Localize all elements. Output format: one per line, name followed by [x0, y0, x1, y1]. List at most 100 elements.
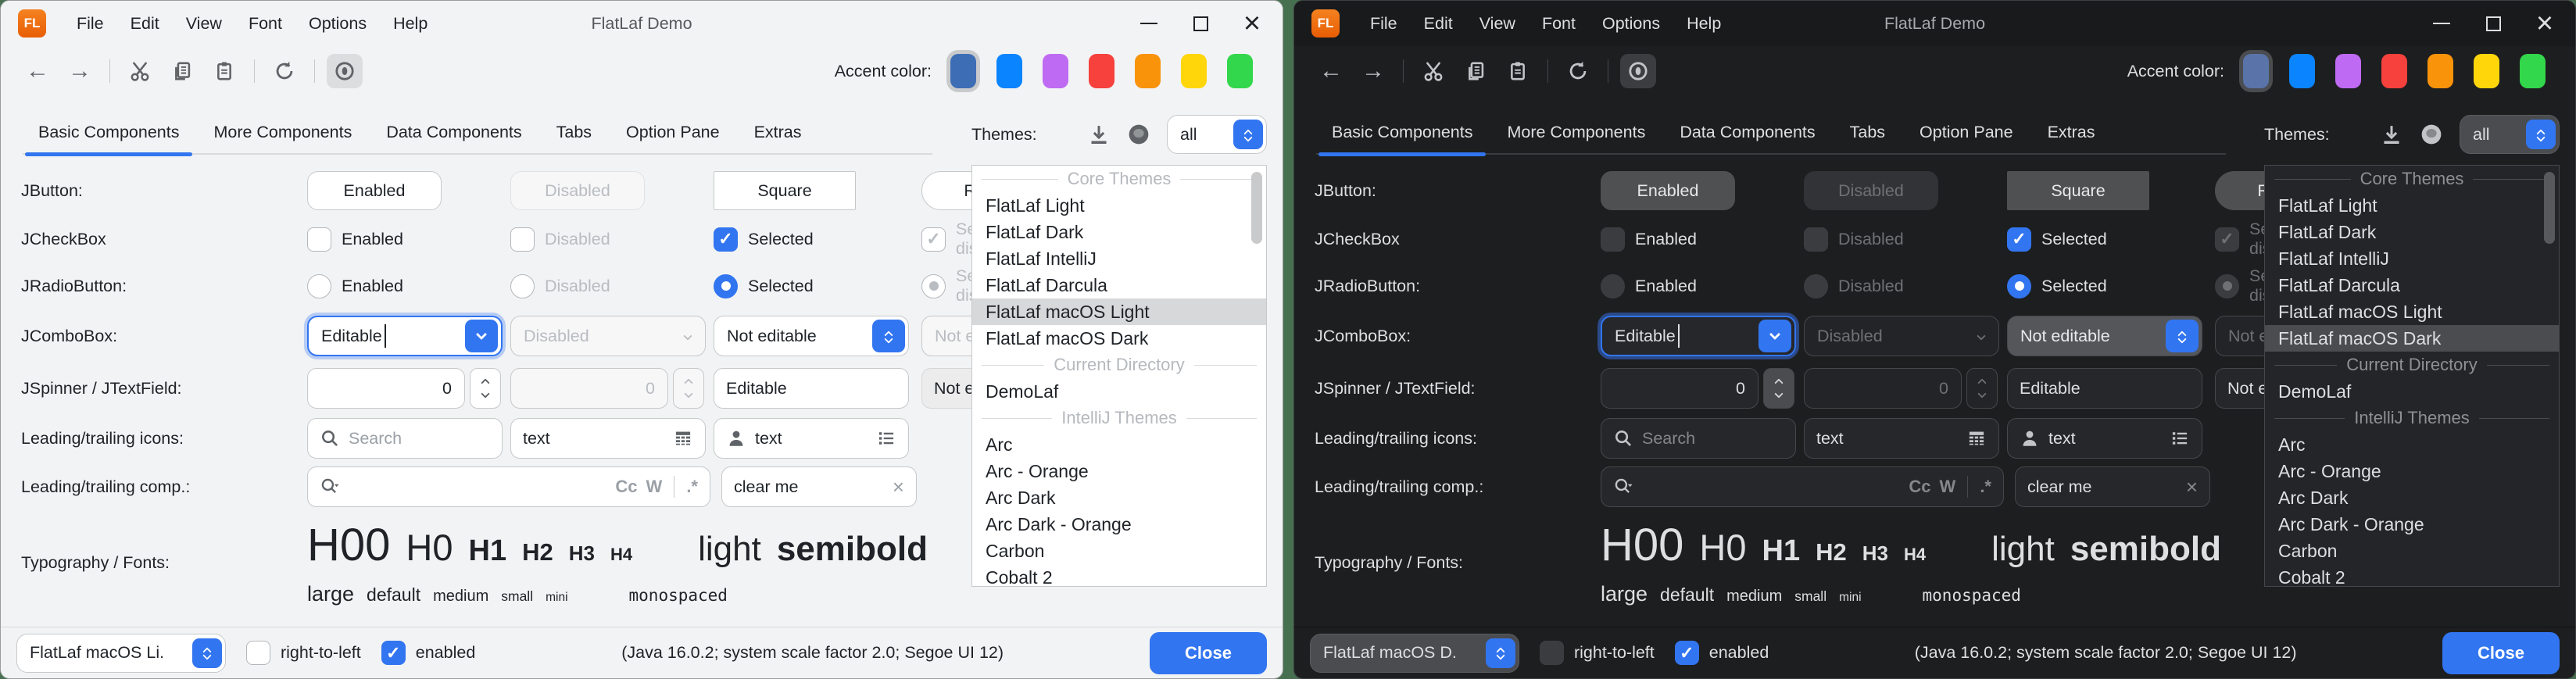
theme-item[interactable]: Cobalt 2 [2265, 564, 2559, 587]
accent-swatch-6[interactable] [1181, 54, 1207, 88]
theme-item[interactable]: Arc Dark - Orange [2265, 511, 2559, 538]
tab-data-components[interactable]: Data Components [369, 112, 538, 155]
theme-item[interactable]: Arc Dark [972, 484, 1266, 511]
theme-item-selected[interactable]: FlatLaf macOS Dark [2265, 325, 2559, 352]
cut-button[interactable] [1415, 54, 1451, 88]
accent-swatch-5[interactable] [1135, 54, 1161, 88]
list-icon[interactable] [2170, 428, 2190, 448]
tab-basic-components[interactable]: Basic Components [1315, 112, 1490, 155]
accent-swatch-3[interactable] [1043, 54, 1068, 88]
accent-swatch-3[interactable] [2335, 54, 2361, 88]
refresh-button[interactable] [1560, 54, 1596, 88]
back-button[interactable]: ← [1313, 54, 1349, 88]
list-icon[interactable] [876, 428, 896, 448]
theme-item[interactable]: FlatLaf Light [972, 192, 1266, 219]
download-icon[interactable] [2380, 123, 2403, 146]
accent-swatch-1[interactable] [2243, 54, 2269, 88]
menu-help[interactable]: Help [380, 1, 441, 46]
tab-more-components[interactable]: More Components [196, 112, 369, 155]
accent-swatch-2[interactable] [996, 54, 1022, 88]
clear-me-field[interactable]: clear me× [721, 466, 917, 507]
close-dialog-button[interactable]: Close [2442, 632, 2560, 674]
copy-button[interactable] [164, 54, 200, 88]
whole-word-toggle[interactable]: W [646, 477, 663, 497]
theme-item[interactable]: Arc - Orange [972, 458, 1266, 484]
accent-swatch-5[interactable] [2428, 54, 2453, 88]
laf-combobox[interactable]: FlatLaf macOS D... [1310, 634, 1519, 673]
show-toggle-button[interactable] [1620, 54, 1656, 88]
theme-item[interactable]: Cobalt 2 [972, 564, 1266, 587]
tab-basic-components[interactable]: Basic Components [21, 112, 196, 155]
paste-button[interactable] [206, 54, 242, 88]
theme-item-selected[interactable]: FlatLaf macOS Light [972, 298, 1266, 325]
search-dropdown-icon[interactable] [320, 477, 340, 497]
clear-icon[interactable]: × [893, 475, 904, 499]
theme-item[interactable]: FlatLaf macOS Dark [972, 325, 1266, 352]
menu-font[interactable]: Font [235, 1, 295, 46]
table-icon[interactable] [673, 428, 693, 448]
square-button[interactable]: Square [714, 171, 856, 210]
combobox-editable[interactable]: Editable [307, 316, 503, 356]
close-button[interactable] [1226, 3, 1278, 44]
search-with-options-field[interactable]: CcW.* [307, 466, 710, 507]
theme-item[interactable]: Arc [2265, 431, 2559, 458]
maximize-button[interactable] [1175, 3, 1226, 44]
accent-swatch-4[interactable] [2381, 54, 2407, 88]
tab-tabs[interactable]: Tabs [539, 112, 609, 155]
tab-option-pane[interactable]: Option Pane [1902, 112, 2030, 155]
radio-enabled[interactable]: Enabled [1601, 274, 1804, 298]
radio-enabled[interactable]: Enabled [307, 274, 510, 298]
search-dropdown-icon[interactable] [1613, 477, 1633, 497]
theme-item[interactable]: DemoLaf [972, 378, 1266, 405]
accent-swatch-6[interactable] [2474, 54, 2499, 88]
theme-item[interactable]: Carbon [2265, 538, 2559, 564]
enabled-checkbox[interactable]: enabled [381, 641, 476, 665]
close-dialog-button[interactable]: Close [1150, 632, 1267, 674]
theme-item[interactable]: Arc - Orange [2265, 458, 2559, 484]
match-case-toggle[interactable]: Cc [615, 477, 637, 497]
spinner[interactable]: 0 [1601, 368, 1804, 409]
combobox-arrow-button[interactable] [1758, 320, 1791, 352]
search-field[interactable]: Search [1601, 418, 1796, 459]
menu-options[interactable]: Options [1589, 1, 1673, 46]
theme-item[interactable]: FlatLaf IntelliJ [972, 245, 1266, 272]
combobox-not-editable[interactable]: Not editable [2007, 316, 2202, 356]
close-button[interactable] [2519, 3, 2571, 44]
theme-item[interactable]: FlatLaf Dark [2265, 219, 2559, 245]
tab-extras[interactable]: Extras [737, 112, 819, 155]
enabled-button[interactable]: Enabled [307, 171, 442, 210]
back-button[interactable]: ← [20, 54, 55, 88]
whole-word-toggle[interactable]: W [1940, 477, 1956, 497]
accent-swatch-4[interactable] [1089, 54, 1114, 88]
right-to-left-checkbox[interactable]: right-to-left [1540, 641, 1655, 665]
combobox-updown-button[interactable] [872, 320, 905, 352]
radio-selected[interactable]: Selected [714, 274, 921, 298]
theme-item[interactable]: Carbon [972, 538, 1266, 564]
search-with-options-field[interactable]: CcW.* [1601, 466, 2004, 507]
menu-view[interactable]: View [173, 1, 235, 46]
menu-edit[interactable]: Edit [117, 1, 173, 46]
search-field[interactable]: Search [307, 418, 503, 459]
checkbox-selected[interactable]: Selected [2007, 227, 2215, 252]
combobox-not-editable[interactable]: Not editable [714, 316, 909, 356]
menu-help[interactable]: Help [1673, 1, 1734, 46]
text-field-user[interactable]: text [2007, 418, 2202, 459]
clear-me-field[interactable]: clear me× [2015, 466, 2210, 507]
accent-swatch-7[interactable] [1227, 54, 1253, 88]
paste-button[interactable] [1500, 54, 1536, 88]
maximize-button[interactable] [2467, 3, 2519, 44]
combobox-editable[interactable]: Editable [1601, 316, 1796, 356]
combobox-updown-button[interactable] [2166, 320, 2199, 352]
enabled-button[interactable]: Enabled [1601, 171, 1735, 210]
show-toggle-button[interactable] [327, 54, 363, 88]
github-icon[interactable] [1126, 122, 1151, 147]
menu-file[interactable]: File [1357, 1, 1411, 46]
tab-extras[interactable]: Extras [2030, 112, 2113, 155]
right-to-left-checkbox[interactable]: right-to-left [246, 641, 361, 665]
theme-item[interactable]: FlatLaf Dark [972, 219, 1266, 245]
regex-toggle[interactable]: .* [1980, 477, 1991, 497]
menu-options[interactable]: Options [295, 1, 380, 46]
forward-button[interactable]: → [62, 54, 98, 88]
minimize-button[interactable] [2416, 3, 2467, 44]
theme-item[interactable]: FlatLaf Darcula [972, 272, 1266, 298]
